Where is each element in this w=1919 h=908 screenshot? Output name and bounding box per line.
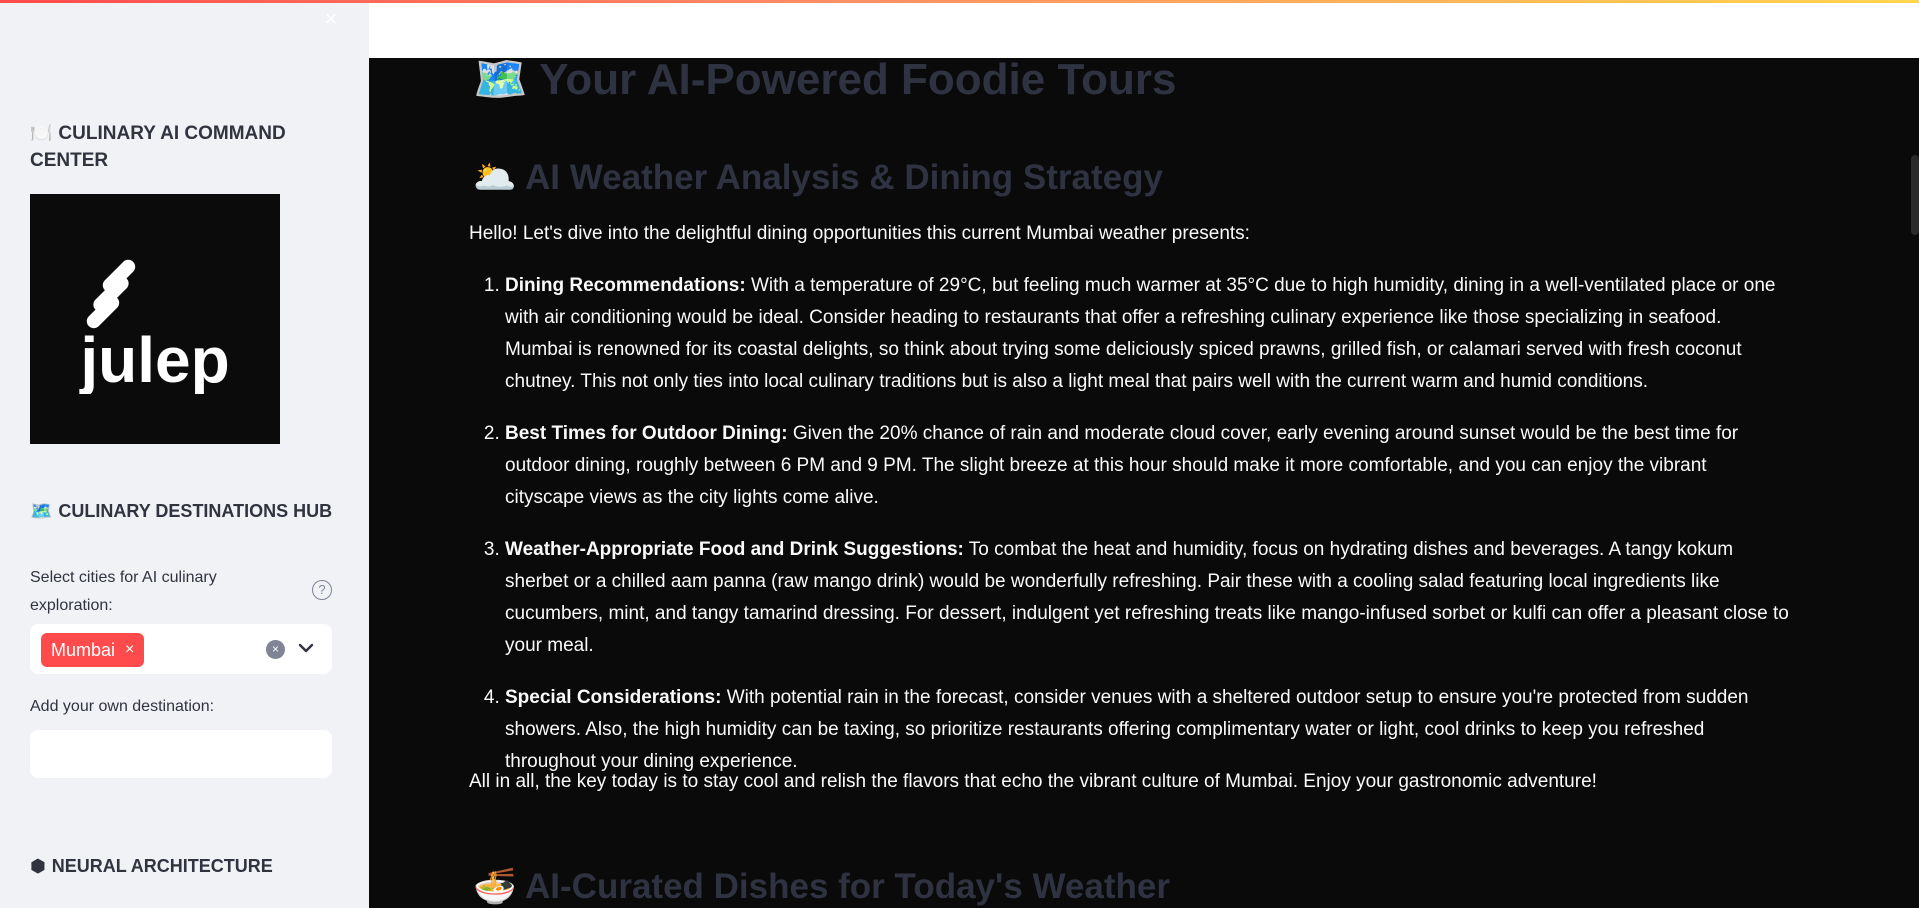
- main-content: 🗺️ Your AI-Powered Foodie Tours 🌥️ AI We…: [369, 0, 1919, 908]
- close-sidebar-icon[interactable]: ×: [320, 8, 342, 30]
- weather-analysis-title: AI Weather Analysis & Dining Strategy: [525, 158, 1163, 197]
- scrollbar-thumb[interactable]: [1911, 155, 1919, 235]
- cloud-sun-icon: 🌥️: [473, 158, 517, 197]
- list-item: Special Considerations: With potential r…: [505, 682, 1789, 778]
- command-center-heading: 🍽️ CULINARY AI COMMAND CENTER: [30, 120, 320, 174]
- command-center-title: CULINARY AI COMMAND CENTER: [30, 123, 286, 171]
- list-item: Weather-Appropriate Food and Drink Sugge…: [505, 534, 1789, 662]
- curated-dishes-heading: 🍜 AI-Curated Dishes for Today's Weather: [473, 864, 1170, 908]
- page-title: 🗺️ Your AI-Powered Foodie Tours: [473, 50, 1176, 110]
- city-select-label: Select cities for AI culinary exploratio…: [30, 569, 217, 614]
- selected-city-label: Mumbai: [51, 640, 116, 660]
- plate-icon: 🍽️: [30, 123, 53, 143]
- julep-logo-text: julep: [79, 324, 229, 394]
- recommendation-list: Dining Recommendations: With a temperatu…: [469, 270, 1789, 798]
- noodle-bowl-icon: 🍜: [473, 867, 517, 906]
- add-destination-label: Add your own destination:: [30, 698, 215, 715]
- hexagon-icon: ⬢: [30, 856, 46, 876]
- help-icon[interactable]: ?: [312, 580, 332, 600]
- list-item-label: Special Considerations:: [505, 687, 722, 708]
- intro-paragraph: Hello! Let's dive into the delightful di…: [469, 223, 1250, 244]
- list-item-label: Weather-Appropriate Food and Drink Sugge…: [505, 539, 964, 560]
- map-icon: 🗺️: [30, 501, 53, 521]
- curated-dishes-title: AI-Curated Dishes for Today's Weather: [525, 867, 1170, 906]
- destinations-hub-title: CULINARY DESTINATIONS HUB: [58, 501, 333, 521]
- weather-analysis-heading: 🌥️ AI Weather Analysis & Dining Strategy: [473, 155, 1163, 201]
- page-title-text: Your AI-Powered Foodie Tours: [539, 55, 1177, 104]
- app-header: [369, 0, 1919, 58]
- remove-tag-icon[interactable]: ×: [125, 633, 134, 667]
- selected-city-tag: Mumbai ×: [41, 633, 145, 667]
- outro-paragraph: All in all, the key today is to stay coo…: [469, 771, 1597, 792]
- list-item-label: Best Times for Outdoor Dining:: [505, 423, 788, 444]
- list-item: Best Times for Outdoor Dining: Given the…: [505, 418, 1789, 514]
- sidebar: × 🍽️ CULINARY AI COMMAND CENTER julep 🗺️ C…: [0, 0, 369, 908]
- list-item-label: Dining Recommendations:: [505, 275, 746, 296]
- add-destination-input[interactable]: [30, 730, 332, 778]
- top-decoration-bar: [0, 0, 1919, 3]
- neural-architecture-heading: ⬢ NEURAL ARCHITECTURE: [30, 853, 273, 880]
- chevron-down-icon[interactable]: [296, 638, 316, 658]
- neural-architecture-title: NEURAL ARCHITECTURE: [51, 856, 273, 876]
- destinations-hub-heading: 🗺️ CULINARY DESTINATIONS HUB: [30, 498, 350, 525]
- julep-logo-mark: julep: [79, 259, 230, 394]
- list-item: Dining Recommendations: With a temperatu…: [505, 270, 1789, 398]
- julep-logo: julep: [30, 194, 280, 444]
- clear-selection-icon[interactable]: ×: [266, 640, 285, 659]
- city-multiselect[interactable]: Mumbai × ×: [30, 624, 332, 674]
- map-icon: 🗺️: [473, 55, 528, 104]
